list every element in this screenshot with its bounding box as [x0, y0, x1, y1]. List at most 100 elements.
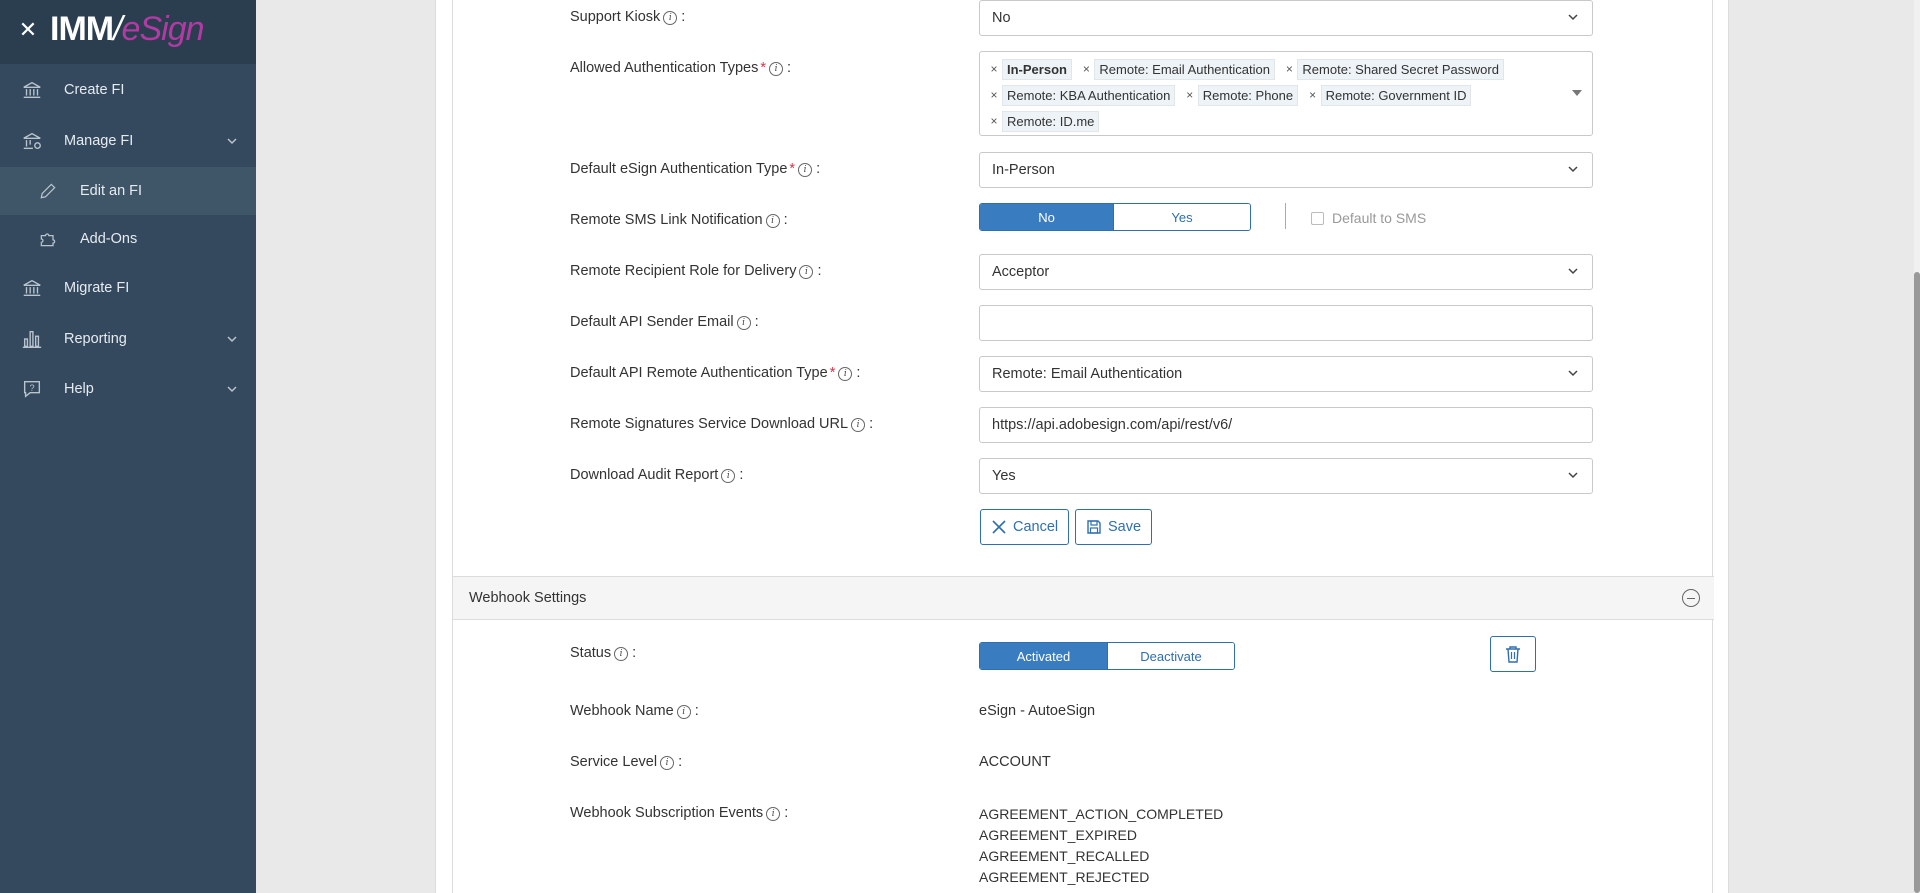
- service-level-value: ACCOUNT: [979, 754, 1051, 770]
- app-logo: IMM/eSign: [50, 10, 205, 48]
- auth-tag: × In-Person: [986, 58, 1072, 80]
- allowed-auth-multiselect[interactable]: × In-Person × Remote: Email Authentication…: [979, 51, 1593, 136]
- remote-sms-label: Remote SMS Link Notification i :: [570, 212, 788, 228]
- remove-tag-icon[interactable]: ×: [1281, 62, 1297, 76]
- auth-tag: × Remote: Email Authentication: [1078, 58, 1275, 80]
- svg-text:?: ?: [29, 383, 34, 393]
- save-label: Save: [1108, 519, 1142, 535]
- info-icon[interactable]: i: [766, 807, 781, 821]
- sidebar-item-create-fi[interactable]: Create FI: [0, 66, 256, 114]
- sidebar-item-edit-fi[interactable]: Edit an FI: [0, 167, 256, 215]
- bank-icon: [20, 276, 44, 300]
- sidebar-item-label: Manage FI: [64, 133, 134, 149]
- activated-button[interactable]: Activated: [980, 643, 1107, 669]
- api-remote-auth-value: Remote: Email Authentication: [992, 366, 1183, 382]
- scrollbar-track[interactable]: [1914, 0, 1920, 893]
- caret-down-icon[interactable]: [1572, 90, 1582, 96]
- tag-label: Remote: Shared Secret Password: [1297, 58, 1504, 80]
- default-esign-auth-label: Default eSign Authentication Type * i :: [570, 161, 821, 177]
- audit-report-select[interactable]: Yes: [979, 458, 1593, 494]
- tag-label: Remote: ID.me: [1002, 110, 1100, 132]
- audit-report-label: Download Audit Report i :: [570, 467, 744, 483]
- chevron-down-icon: [1568, 14, 1578, 21]
- remove-tag-icon[interactable]: ×: [1305, 88, 1321, 102]
- deactivate-button[interactable]: Deactivate: [1107, 643, 1234, 669]
- cancel-button[interactable]: Cancel: [980, 509, 1070, 545]
- close-icon[interactable]: ✕: [18, 19, 38, 41]
- sidebar-item-label: Create FI: [64, 82, 125, 98]
- bank-icon: [20, 78, 44, 102]
- webhook-settings-header: Webhook Settings: [453, 576, 1714, 620]
- sidebar-item-manage-fi[interactable]: Manage FI: [0, 117, 256, 165]
- remote-sms-no-button[interactable]: No: [980, 204, 1113, 230]
- sidebar-item-add-ons[interactable]: Add-Ons: [0, 215, 256, 263]
- close-icon: [992, 520, 1006, 534]
- webhook-status-label: Status i :: [570, 645, 637, 661]
- divider: [1285, 203, 1286, 229]
- list-item: AGREEMENT_ACTION_COMPLETED: [979, 806, 1224, 822]
- info-icon[interactable]: i: [838, 367, 853, 381]
- chevron-down-icon: [1568, 472, 1578, 479]
- default-esign-auth-select[interactable]: In-Person: [979, 152, 1593, 188]
- remove-tag-icon[interactable]: ×: [986, 62, 1002, 76]
- allowed-auth-label: Allowed Authentication Types * i :: [570, 60, 792, 76]
- chevron-down-icon: [226, 383, 238, 399]
- subscription-events-label: Webhook Subscription Events i :: [570, 805, 789, 821]
- support-kiosk-value: No: [992, 10, 1011, 26]
- chevron-down-icon: [226, 333, 238, 349]
- remove-tag-icon[interactable]: ×: [1182, 88, 1198, 102]
- puzzle-icon: [36, 227, 60, 251]
- info-icon[interactable]: i: [769, 62, 784, 76]
- bank-gear-icon: [20, 129, 44, 153]
- webhook-name-label: Webhook Name i :: [570, 703, 699, 719]
- remote-role-label: Remote Recipient Role for Delivery i :: [570, 263, 822, 279]
- info-icon[interactable]: i: [851, 418, 866, 432]
- delete-webhook-button[interactable]: [1490, 636, 1536, 672]
- info-icon[interactable]: i: [660, 756, 675, 770]
- info-icon[interactable]: i: [765, 214, 780, 228]
- remote-sms-yes-button[interactable]: Yes: [1113, 204, 1250, 230]
- download-url-value: https://api.adobesign.com/api/rest/v6/: [992, 417, 1233, 433]
- collapse-icon[interactable]: [1682, 589, 1700, 607]
- info-icon[interactable]: i: [676, 705, 691, 719]
- tag-label: Remote: Email Authentication: [1094, 58, 1275, 80]
- info-icon[interactable]: i: [614, 647, 629, 661]
- default-esign-auth-value: In-Person: [992, 162, 1055, 178]
- section-title: Webhook Settings: [469, 590, 587, 606]
- support-kiosk-select[interactable]: No: [979, 0, 1593, 36]
- remote-role-select[interactable]: Acceptor: [979, 254, 1593, 290]
- list-item: AGREEMENT_EXPIRED: [979, 827, 1137, 843]
- floppy-icon: [1087, 520, 1101, 534]
- scrollbar-thumb[interactable]: [1914, 272, 1920, 893]
- checkbox-box[interactable]: [1311, 211, 1324, 225]
- sidebar-item-migrate-fi[interactable]: Migrate FI: [0, 264, 256, 312]
- remove-tag-icon[interactable]: ×: [1078, 62, 1094, 76]
- help-chat-icon: ?: [20, 377, 44, 401]
- default-to-sms-checkbox[interactable]: Default to SMS: [1311, 210, 1426, 226]
- list-item: AGREEMENT_REJECTED: [979, 869, 1150, 885]
- auth-tag: × Remote: KBA Authentication: [986, 84, 1176, 106]
- info-icon[interactable]: i: [799, 265, 814, 279]
- download-url-label: Remote Signatures Service Download URL i …: [570, 416, 874, 432]
- auth-tag: × Remote: Shared Secret Password: [1281, 58, 1504, 80]
- info-icon[interactable]: i: [663, 11, 678, 25]
- sidebar-item-reporting[interactable]: Reporting: [0, 315, 256, 363]
- api-remote-auth-select[interactable]: Remote: Email Authentication: [979, 356, 1593, 392]
- remove-tag-icon[interactable]: ×: [986, 88, 1002, 102]
- api-sender-email-input[interactable]: [979, 305, 1593, 341]
- tag-label: In-Person: [1002, 58, 1072, 80]
- info-icon[interactable]: i: [721, 469, 736, 483]
- bar-chart-icon: [20, 327, 44, 351]
- sidebar-item-label: Edit an FI: [80, 183, 143, 199]
- sidebar-item-label: Migrate FI: [64, 280, 130, 296]
- pencil-icon: [36, 179, 60, 203]
- sidebar-item-help[interactable]: ? Help: [0, 365, 256, 413]
- remove-tag-icon[interactable]: ×: [986, 114, 1002, 128]
- save-button[interactable]: Save: [1075, 509, 1153, 545]
- info-icon[interactable]: i: [798, 163, 813, 177]
- download-url-input[interactable]: https://api.adobesign.com/api/rest/v6/: [979, 407, 1593, 443]
- info-icon[interactable]: i: [736, 316, 751, 330]
- cancel-label: Cancel: [1013, 519, 1059, 535]
- remote-sms-toggle: No Yes: [979, 203, 1251, 231]
- default-to-sms-label: Default to SMS: [1332, 210, 1427, 226]
